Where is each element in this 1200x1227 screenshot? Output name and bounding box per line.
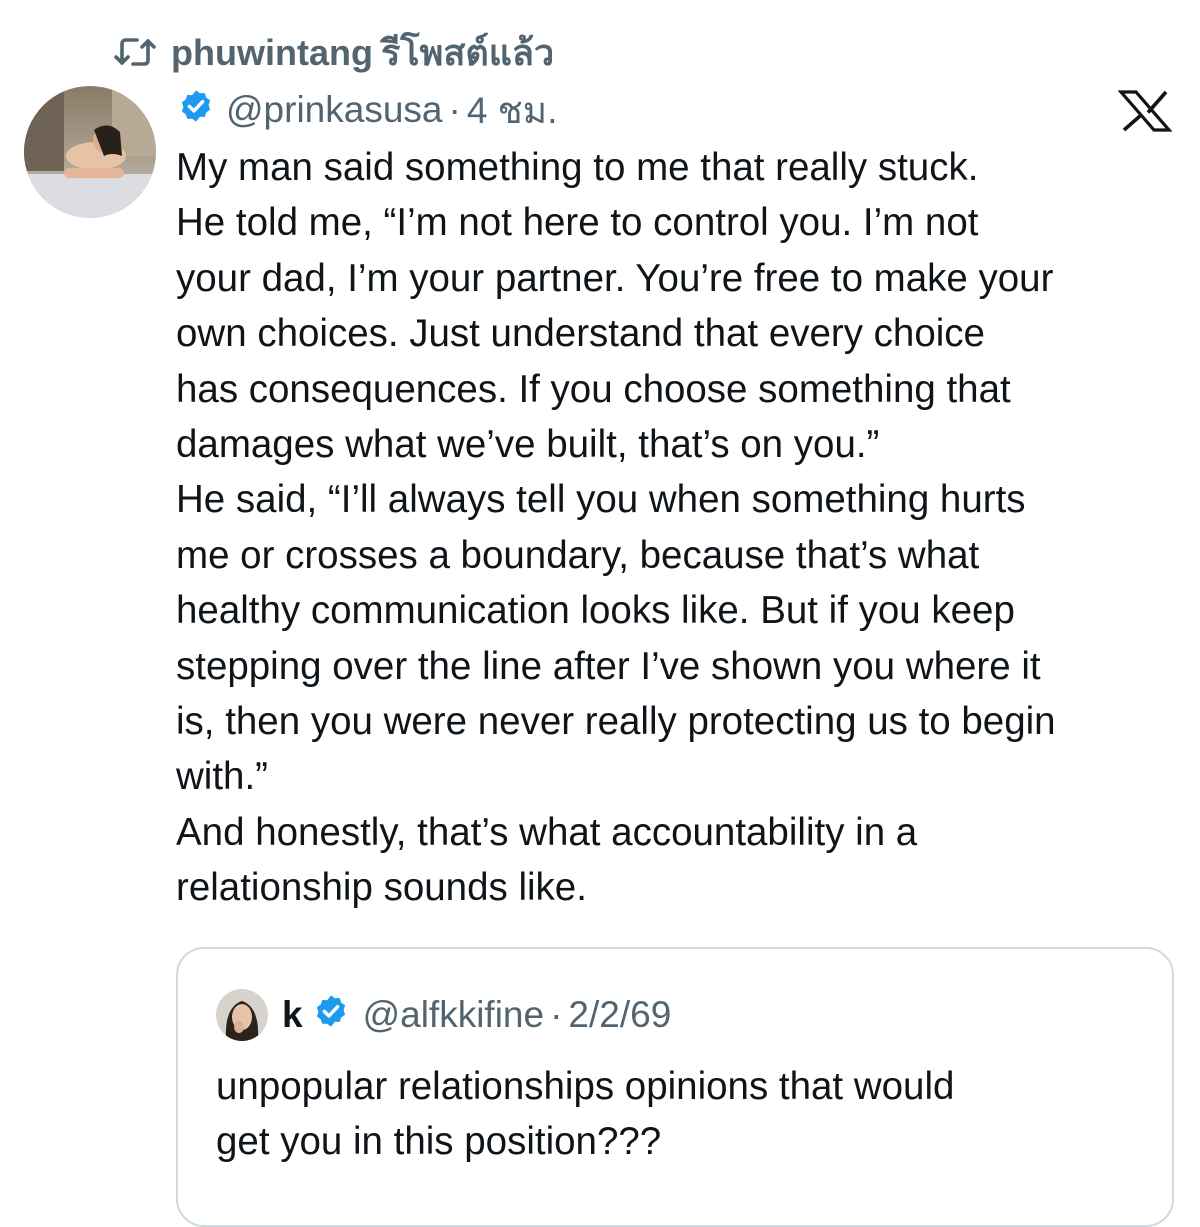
tweet-text: My man said something to me that really …: [176, 140, 1186, 915]
verified-badge-icon: [178, 88, 214, 133]
author-avatar[interactable]: [24, 86, 156, 218]
quoted-tweet-card[interactable]: k @alfkkifine · 2/2/69 unpopular relatio…: [176, 947, 1174, 1227]
repost-icon: [113, 34, 157, 70]
tweet-line: own choices. Just understand that every …: [176, 312, 985, 356]
quoted-tweet-header: k @alfkkifine · 2/2/69: [216, 989, 671, 1041]
repost-username[interactable]: phuwintang: [171, 32, 373, 73]
quoted-tweet-date[interactable]: 2/2/69: [568, 994, 671, 1036]
tweet-line: healthy communication looks like. But if…: [176, 589, 1015, 633]
separator-dot: ·: [448, 89, 461, 130]
tweet-line: with.”: [176, 755, 268, 799]
tweet-line: relationship sounds like.: [176, 866, 587, 910]
tweet-line: stepping over the line after I’ve shown …: [176, 644, 1041, 688]
tweet-line: me or crosses a boundary, because that’s…: [176, 533, 980, 577]
quoted-tweet-line: unpopular relationships opinions that wo…: [216, 1065, 955, 1108]
tweet-line: And honestly, that’s what accountability…: [176, 810, 918, 854]
quoted-tweet-line: get you in this position???: [216, 1120, 662, 1164]
tweet-line: your dad, I’m your partner. You’re free …: [176, 256, 1054, 300]
verified-badge-icon: [313, 993, 349, 1038]
tweet-timestamp[interactable]: 4 ชม.: [467, 81, 558, 140]
author-handle[interactable]: @prinkasusa: [226, 89, 443, 131]
tweet-line: has consequences. If you choose somethin…: [176, 367, 1011, 411]
tweet-line: He said, “I’ll always tell you when some…: [176, 478, 1026, 522]
tweet-line: My man said something to me that really …: [176, 146, 979, 189]
quoted-author-name[interactable]: k: [282, 994, 303, 1036]
repost-indicator[interactable]: phuwintang รีโพสต์แล้ว: [113, 26, 554, 78]
tweet-header: @prinkasusa · 4 ชม.: [178, 84, 557, 136]
x-logo-icon: [1117, 90, 1173, 132]
repost-label: รีโพสต์แล้ว: [380, 31, 555, 73]
tweet-line: is, then you were never really protectin…: [176, 699, 1056, 743]
separator-dot: ·: [550, 994, 563, 1035]
repost-text: phuwintang รีโพสต์แล้ว: [171, 24, 554, 81]
quoted-author-handle[interactable]: @alfkkifine: [363, 994, 545, 1036]
tweet-line: damages what we’ve built, that’s on you.…: [176, 422, 880, 466]
quoted-author-avatar[interactable]: [216, 989, 268, 1041]
quoted-tweet-text: unpopular relationships opinions that wo…: [216, 1059, 954, 1170]
tweet-line: He told me, “I’m not here to control you…: [176, 201, 979, 245]
